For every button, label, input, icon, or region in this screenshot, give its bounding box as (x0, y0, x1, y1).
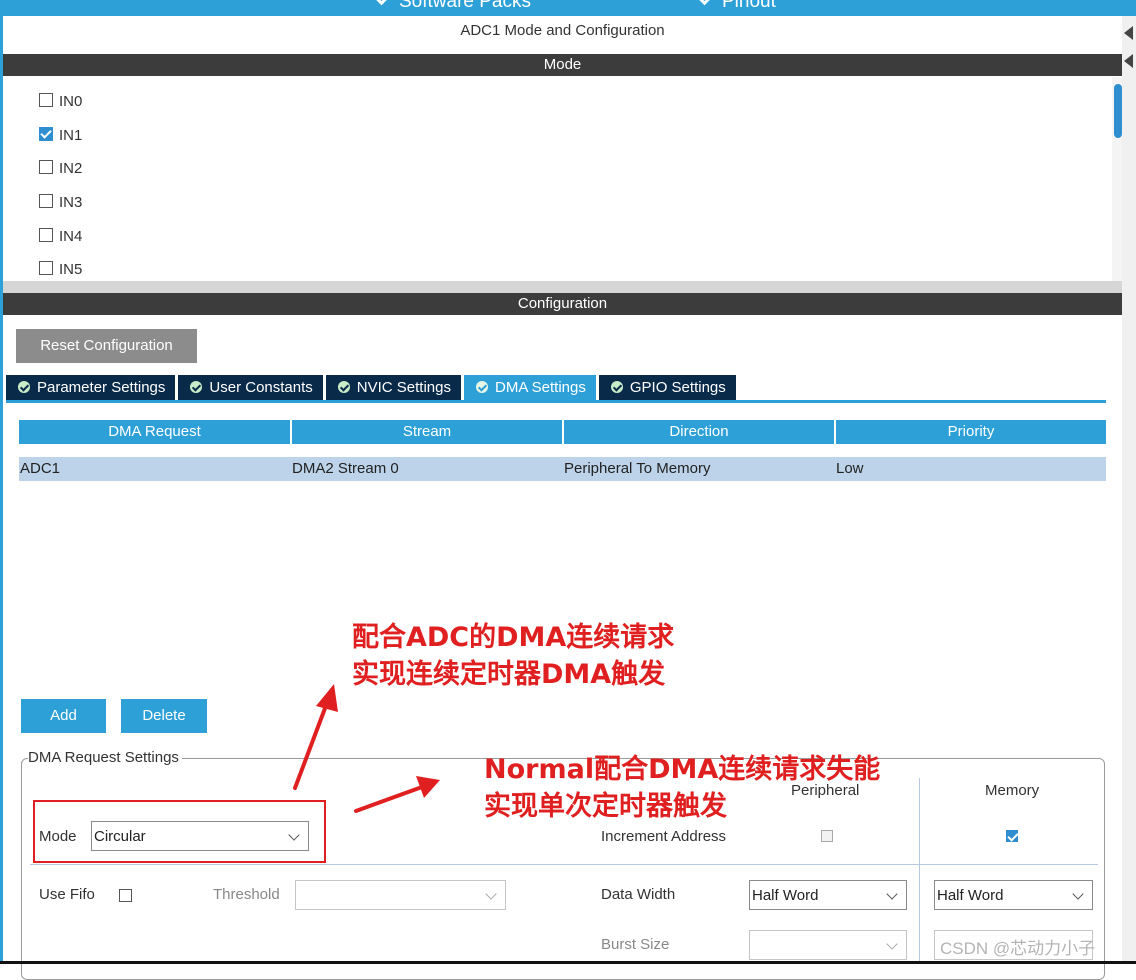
arrow-up-icon (293, 684, 338, 790)
arrow-right-icon (354, 776, 440, 813)
annotation-arrows (293, 684, 440, 813)
watermark: CSDN @芯动力小子 (940, 939, 1096, 958)
